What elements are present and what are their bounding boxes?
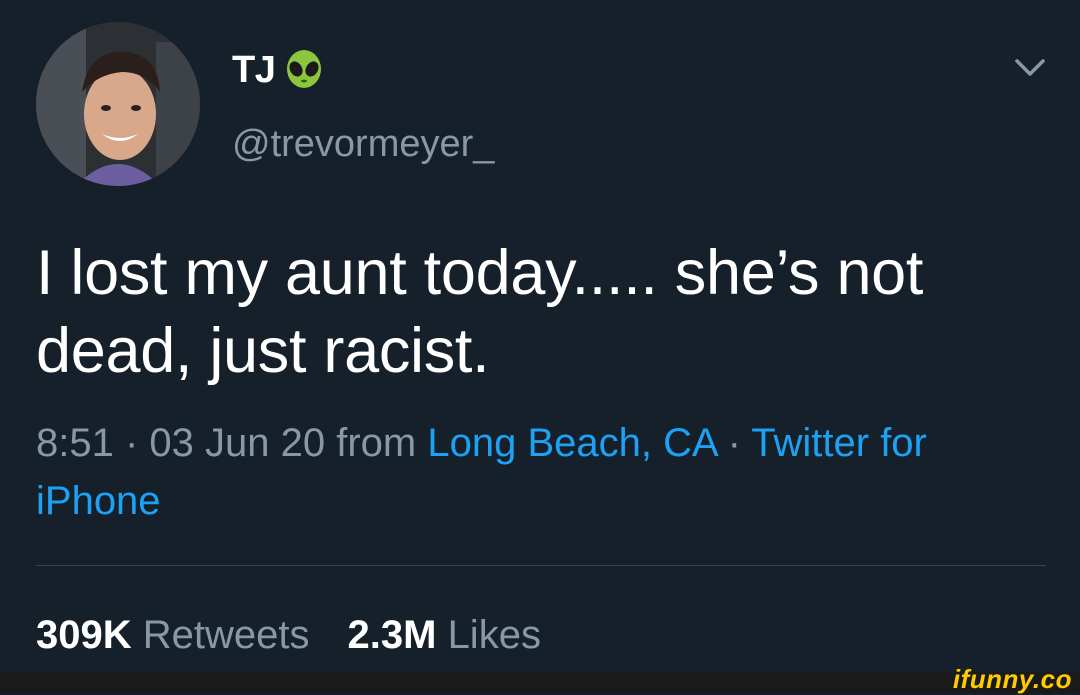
retweets-label: Retweets xyxy=(142,613,310,657)
tweet-text: I lost my aunt today..... she’s not dead… xyxy=(36,238,924,386)
chevron-down-icon[interactable] xyxy=(1012,50,1048,86)
likes-count: 2.3M xyxy=(347,613,437,657)
user-display-name[interactable]: TJ xyxy=(232,46,327,94)
meta-separator: · xyxy=(716,421,752,465)
avatar-photo xyxy=(36,22,200,186)
watermark-logo: ifunny.co xyxy=(952,664,1072,694)
tweet-time[interactable]: 8:51 xyxy=(36,421,114,465)
user-handle[interactable]: @trevormeyer_ xyxy=(232,121,494,167)
divider xyxy=(36,565,1046,566)
avatar[interactable] xyxy=(36,22,200,186)
display-name-text: TJ xyxy=(232,48,276,91)
retweets-count: 309K xyxy=(36,613,132,657)
tweet-meta: 8:51 · 03 Jun 20 from Long Beach, CA · T… xyxy=(36,414,1046,530)
likes-label: Likes xyxy=(447,613,541,657)
alien-icon xyxy=(281,47,327,93)
tweet-stats: 309K Retweets 2.3M Likes xyxy=(36,610,541,660)
meta-separator: · xyxy=(113,421,150,465)
from-label: from xyxy=(325,421,428,465)
retweets-stat[interactable]: 309K Retweets xyxy=(36,613,310,657)
tweet-date[interactable]: 03 Jun 20 xyxy=(149,421,325,465)
location-link[interactable]: Long Beach, CA xyxy=(427,421,716,465)
footer-bar xyxy=(0,672,1080,693)
likes-stat[interactable]: 2.3M Likes xyxy=(348,613,541,657)
